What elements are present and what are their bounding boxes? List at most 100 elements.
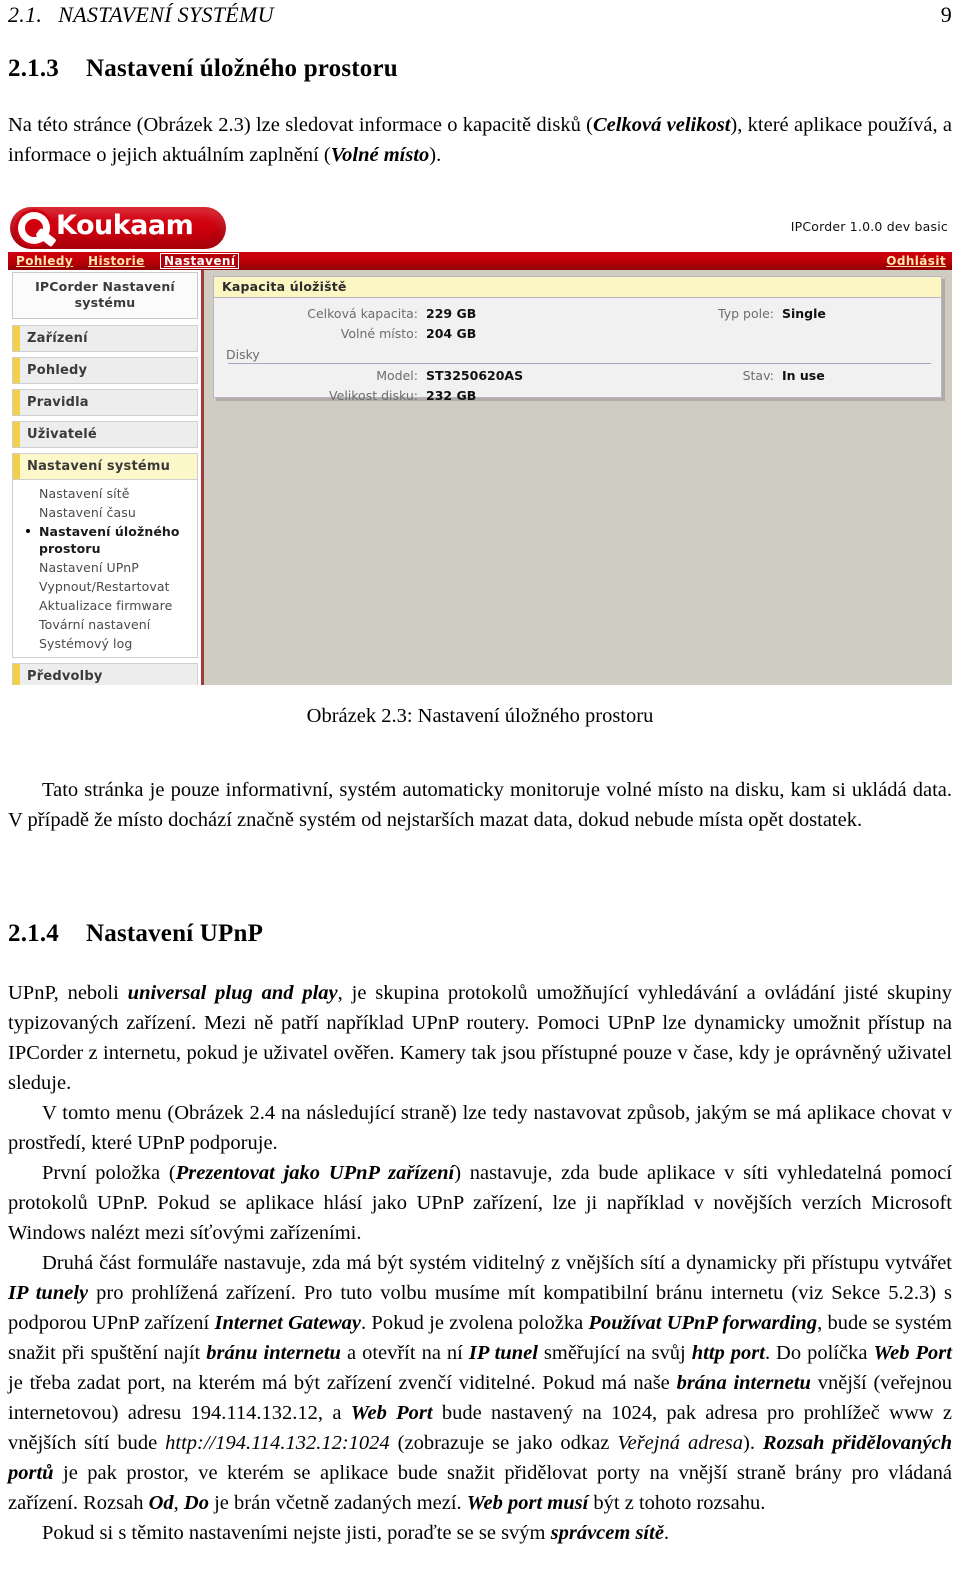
submenu-item-vypnout-restartovat[interactable]: Vypnout/Restartovat: [15, 577, 195, 596]
submenu-item-nastaveni-site[interactable]: Nastavení sítě: [15, 484, 195, 503]
row-disk-model-left: Model: ST3250620AS: [214, 366, 544, 386]
heading-2-1-3-number: 2.1.3: [8, 55, 59, 82]
value-volne-misto: 204 GB: [426, 326, 477, 341]
row-free-space-left: Volné místo: 204 GB: [214, 324, 544, 344]
paragraph-intro: Na této stránce (Obrázek 2.3) lze sledov…: [8, 110, 952, 170]
row-total-capacity-left: Celková kapacita: 229 GB: [214, 304, 544, 324]
sidebar: IPCorder Nastavení systému Zařízení Pohl…: [12, 272, 198, 685]
row-free-space: Volné místo: 204 GB: [214, 324, 941, 344]
value-velikost-disku: 232 GB: [426, 388, 477, 403]
row-disk-size-left: Velikost disku: 232 GB: [214, 386, 544, 406]
sidebar-item-zarizeni[interactable]: Zařízení: [12, 325, 198, 352]
upnp4-term-branu-internetu: bránu internetu: [206, 1342, 341, 1364]
sidebar-item-pohledy[interactable]: Pohledy: [12, 357, 198, 384]
panel-title: Kapacita úložiště: [214, 277, 941, 298]
upnp4-term-od: Od: [148, 1492, 174, 1514]
upnp4-text-ae: být z tohoto rozsahu.: [588, 1492, 766, 1514]
value-celkova-kapacita: 229 GB: [426, 306, 477, 321]
upnp4-term-ip-tunely: IP tunely: [8, 1282, 89, 1304]
panel-rows: Celková kapacita: 229 GB Typ pole: Single …: [214, 298, 941, 406]
sidebar-item-uzivatele[interactable]: Uživatelé: [12, 421, 198, 448]
upnp4-term-verejna-adresa: Veřejná adresa: [617, 1432, 743, 1454]
sidebar-item-predvolby[interactable]: Předvolby: [12, 663, 198, 685]
paragraph-upnp-2: V tomto menu (Obrázek 2.4 na následující…: [8, 1102, 952, 1154]
sidebar-submenu: Nastavení sítě Nastavení času Nastavení …: [12, 480, 198, 658]
row-disk-size: Velikost disku: 232 GB: [214, 386, 941, 406]
upnp1-term-universal-plug-and-play: universal plug and play: [127, 982, 338, 1004]
upnp4-url-example: http://194.114.132.12:1024: [165, 1432, 390, 1454]
row-total-capacity: Celková kapacita: 229 GB Typ pole: Single: [214, 304, 941, 324]
app-topbar: Koukaam IPCorder 1.0.0 dev basic: [8, 203, 952, 252]
sidebar-title: IPCorder Nastavení systému: [12, 272, 198, 319]
nav-item-nastaveni[interactable]: Nastavení: [160, 253, 240, 269]
submenu-item-nastaveni-upnp[interactable]: Nastavení UPnP: [15, 558, 195, 577]
heading-2-1-3-title: Nastavení úložného prostoru: [86, 55, 398, 82]
upnp4-text-k: směřující na svůj: [537, 1342, 692, 1364]
upnp4-text-i: a otevřít na ní: [340, 1342, 469, 1364]
upnp4-text-m: . Do políčka: [764, 1342, 874, 1364]
page-number: 9: [940, 2, 952, 27]
sidebar-item-pravidla[interactable]: Pravidla: [12, 389, 198, 416]
paragraph-upnp-1: UPnP, neboli universal plug and play, je…: [8, 978, 952, 1098]
heading-2-1-3: 2.1.3 Nastavení úložného prostoru: [8, 55, 398, 83]
upnp4-term-pouzivat-upnp-forwarding: Používat UPnP forwarding: [588, 1312, 818, 1334]
upnp5-text-a: Pokud si s těmito nastaveními nejste jis…: [42, 1522, 551, 1544]
logout-link[interactable]: Odhlásit: [886, 254, 946, 268]
nav-item-pohledy[interactable]: Pohledy: [16, 254, 73, 268]
upnp4-text-o: je třeba zadat port, na kterém má být za…: [8, 1372, 677, 1394]
row-disk-model-right: Stav: In use: [544, 366, 874, 386]
running-head-left: 2.1. NASTAVENÍ SYSTÉMU: [8, 2, 274, 28]
value-stav: In use: [782, 368, 825, 383]
upnp4-term-brana-internetu: brána internetu: [676, 1372, 811, 1394]
upnp4-term-do: Do: [183, 1492, 209, 1514]
submenu-item-aktualizace-firmware[interactable]: Aktualizace firmware: [15, 596, 195, 615]
upnp4-term-ip-tunel: IP tunel: [468, 1342, 538, 1364]
intro-text-a: Na této stránce (Obrázek 2.3) lze sledov…: [8, 114, 593, 136]
row-disk-model: Model: ST3250620AS Stav: In use: [214, 366, 941, 386]
upnp4-text-aa: ,: [173, 1492, 184, 1514]
brand-name: Koukaam: [56, 210, 194, 241]
intro-term-free-space: Volné místo: [330, 144, 430, 166]
version-label: IPCorder 1.0.0 dev basic: [790, 219, 948, 234]
heading-2-1-4-number: 2.1.4: [8, 920, 59, 947]
sidebar-item-nastaveni-systemu[interactable]: Nastavení systému: [12, 453, 198, 480]
upnp5-term-spravcem-site: správcem sítě: [550, 1522, 664, 1544]
intro-text-e: ).: [429, 144, 442, 166]
app-body: IPCorder Nastavení systému Zařízení Pohl…: [8, 270, 952, 685]
submenu-item-nastaveni-uloznehoprostoru[interactable]: Nastavení úložného prostoru: [15, 522, 195, 558]
upnp4-term-http-port: http port: [691, 1342, 765, 1364]
upnp4-text-a: Druhá část formuláře nastavuje, zda má b…: [42, 1252, 952, 1274]
running-head-section-title: NASTAVENÍ SYSTÉMU: [58, 2, 274, 27]
paragraph-upnp-5: Pokud si s těmito nastaveními nejste jis…: [8, 1518, 952, 1548]
koukaam-logo: Koukaam: [10, 207, 226, 249]
figure-2-3: Koukaam IPCorder 1.0.0 dev basic Pohledy…: [8, 203, 952, 685]
upnp3-term-prezentovat-jako-upnp-zarizeni: Prezentovat jako UPnP zařízení: [175, 1162, 455, 1184]
upnp4-text-ac: je brán včetně zadaných mezí.: [208, 1492, 467, 1514]
label-velikost-disku: Velikost disku:: [329, 388, 418, 403]
figure-caption: Obrázek 2.3: Nastavení úložného prostoru: [8, 705, 952, 728]
value-model: ST3250620AS: [426, 368, 524, 383]
label-typ-pole: Typ pole:: [718, 306, 774, 321]
submenu-item-tovarni-nastaveni[interactable]: Tovární nastavení: [15, 615, 195, 634]
upnp5-text-c: .: [663, 1522, 670, 1544]
paragraph-upnp-4: Druhá část formuláře nastavuje, zda má b…: [8, 1248, 952, 1518]
heading-2-1-4-title: Nastavení UPnP: [86, 920, 264, 947]
label-model: Model:: [376, 368, 418, 383]
submenu-item-systemovy-log[interactable]: Systémový log: [15, 634, 195, 653]
nav-item-historie[interactable]: Historie: [88, 254, 145, 268]
upnp4-term-web-port-2: Web Port: [350, 1402, 433, 1424]
app-screenshot: Koukaam IPCorder 1.0.0 dev basic Pohledy…: [8, 203, 952, 685]
upnp4-text-e: . Pokud je zvolena položka: [361, 1312, 589, 1334]
upnp1-text-a: UPnP, neboli: [8, 982, 128, 1004]
label-volne-misto: Volné místo:: [340, 326, 418, 341]
figure-caption-text: Nastavení úložného prostoru: [417, 705, 654, 727]
row-total-capacity-right: Typ pole: Single: [544, 304, 874, 324]
upnp4-text-w: ).: [743, 1432, 763, 1454]
paragraph-after-figure: Tato stránka je pouze informativní, syst…: [8, 779, 952, 831]
submenu-item-nastaveni-casu[interactable]: Nastavení času: [15, 503, 195, 522]
main-nav: Pohledy Historie Nastavení Odhlásit: [8, 252, 952, 270]
group-divider: [228, 363, 931, 364]
label-stav: Stav:: [742, 368, 774, 383]
storage-capacity-panel: Kapacita úložiště Celková kapacita: 229 G…: [213, 276, 942, 403]
upnp4-term-web-port-1: Web Port: [873, 1342, 952, 1364]
